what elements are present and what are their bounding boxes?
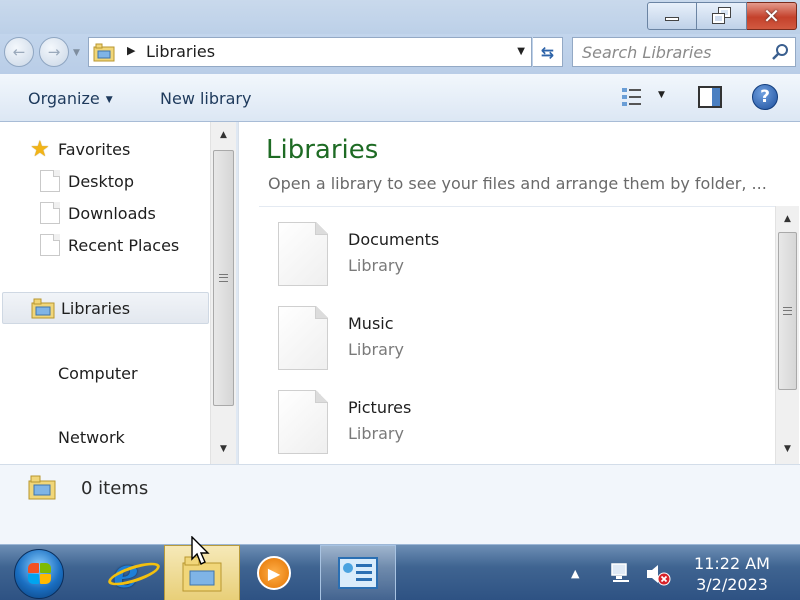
preview-pane-icon[interactable] — [698, 86, 722, 108]
search-icon[interactable] — [771, 43, 789, 61]
title-bar: ✕ — [0, 0, 800, 34]
nav-label-libraries: Libraries — [61, 298, 131, 318]
library-item-documents[interactable]: Documents Library — [278, 222, 578, 292]
nav-label-computer: Computer — [58, 363, 138, 383]
volume-muted-icon[interactable] — [645, 562, 671, 586]
star-icon: ★ — [30, 136, 50, 162]
details-pane: 0 items — [0, 464, 800, 544]
new-library-button[interactable]: New library — [160, 89, 251, 108]
organize-label: Organize — [28, 89, 100, 108]
page-title: Libraries — [266, 135, 379, 165]
mouse-cursor-icon — [191, 536, 210, 565]
breadcrumb-libraries[interactable]: Libraries — [146, 42, 215, 61]
nav-scrollbar[interactable]: ▲ ▼ — [210, 122, 236, 464]
taskbar-app-window[interactable] — [320, 545, 396, 600]
scroll-up-icon[interactable]: ▲ — [211, 130, 236, 140]
refresh-icon: ⇆ — [540, 42, 555, 62]
nav-label-favorites: Favorites — [58, 139, 131, 159]
navigation-pane: ★ Favorites Desktop Downloads Recent Pla… — [0, 122, 236, 464]
nav-label-recent-places: Recent Places — [68, 235, 180, 255]
application-icon — [338, 557, 378, 589]
page-icon — [40, 234, 60, 256]
chevron-down-icon: ▼ — [105, 95, 113, 105]
nav-item-recent-places[interactable]: Recent Places — [0, 229, 210, 261]
divider — [259, 206, 779, 207]
start-orb-icon[interactable] — [14, 549, 64, 599]
address-bar[interactable]: ▶ Libraries ▼ — [88, 37, 532, 67]
library-name: Pictures — [348, 398, 412, 417]
clock-date: 3/2/2023 — [696, 575, 768, 594]
nav-item-desktop[interactable]: Desktop — [0, 165, 210, 197]
content-scrollbar-thumb[interactable] — [778, 232, 797, 390]
library-item-music[interactable]: Music Library — [278, 306, 578, 376]
media-player-icon: ▶ — [257, 556, 291, 590]
nav-item-network[interactable]: Network — [0, 421, 210, 453]
back-button[interactable]: ← — [4, 37, 34, 67]
content-pane: Libraries Open a library to see your fil… — [238, 122, 800, 464]
organize-button[interactable]: Organize ▼ — [28, 89, 113, 108]
internet-explorer-icon: e — [106, 550, 163, 597]
windows-logo — [28, 563, 52, 585]
address-history-dropdown[interactable]: ▼ — [517, 46, 525, 57]
forward-icon: → — [47, 43, 61, 61]
recent-pages-dropdown[interactable]: ▼ — [73, 48, 80, 58]
nav-item-libraries[interactable]: Libraries — [2, 292, 209, 324]
library-type: Library — [348, 424, 404, 443]
refresh-button[interactable]: ⇆ — [533, 37, 563, 67]
forward-button[interactable]: → — [39, 37, 69, 67]
close-icon: ✕ — [763, 4, 780, 28]
taskbar-internet-explorer[interactable]: e — [88, 545, 164, 600]
document-icon — [278, 222, 328, 286]
library-name: Music — [348, 314, 394, 333]
library-icon — [31, 298, 55, 319]
page-description: Open a library to see your files and arr… — [268, 174, 767, 193]
nav-label-desktop: Desktop — [68, 171, 134, 191]
library-icon — [93, 43, 115, 62]
nav-label-downloads: Downloads — [68, 203, 156, 223]
help-icon[interactable]: ? — [752, 84, 778, 110]
library-item-pictures[interactable]: Pictures Library — [278, 390, 578, 460]
item-count: 0 items — [81, 478, 149, 499]
library-type: Library — [348, 340, 404, 359]
library-type: Library — [348, 256, 404, 275]
new-library-label: New library — [160, 89, 252, 108]
nav-scrollbar-thumb[interactable] — [213, 150, 234, 406]
restore-icon — [711, 7, 731, 24]
minimize-icon — [665, 17, 679, 21]
search-placeholder: Search Libraries — [582, 43, 712, 62]
nav-label-network: Network — [58, 427, 125, 447]
document-icon — [278, 306, 328, 370]
system-clock[interactable]: 11:22 AM 3/2/2023 — [682, 553, 782, 595]
page-icon — [40, 170, 60, 192]
views-dropdown[interactable]: ▼ — [658, 90, 665, 100]
breadcrumb-arrow-icon[interactable]: ▶ — [127, 44, 135, 57]
nav-item-downloads[interactable]: Downloads — [0, 197, 210, 229]
network-icon[interactable] — [610, 562, 632, 584]
close-button[interactable]: ✕ — [747, 2, 797, 30]
taskbar-media-player[interactable]: ▶ — [236, 545, 312, 600]
minimize-button[interactable] — [647, 2, 697, 30]
search-input[interactable]: Search Libraries — [572, 37, 796, 67]
restore-button[interactable] — [697, 2, 747, 30]
document-icon — [278, 390, 328, 454]
nav-item-favorites[interactable]: ★ Favorites — [0, 133, 210, 165]
nav-item-computer[interactable]: Computer — [0, 357, 210, 389]
scroll-up-icon[interactable]: ▲ — [776, 214, 799, 224]
taskbar: e ▶ ▲ 11:22 AM 3/2/2023 — [0, 544, 800, 600]
scroll-down-icon[interactable]: ▼ — [776, 444, 799, 454]
library-name: Documents — [348, 230, 440, 249]
library-icon — [28, 475, 56, 500]
views-icon[interactable] — [620, 86, 646, 108]
content-scrollbar[interactable]: ▲ ▼ — [775, 206, 799, 464]
show-hidden-icons-icon[interactable]: ▲ — [571, 567, 579, 580]
scroll-down-icon[interactable]: ▼ — [211, 444, 236, 454]
command-bar: Organize ▼ New library ▼ ? — [0, 74, 800, 122]
back-icon: ← — [12, 43, 26, 61]
page-icon — [40, 202, 60, 224]
address-row: ← → ▼ ▶ Libraries ▼ ⇆ Search Libraries — [0, 34, 800, 74]
clock-time: 11:22 AM — [694, 554, 770, 573]
